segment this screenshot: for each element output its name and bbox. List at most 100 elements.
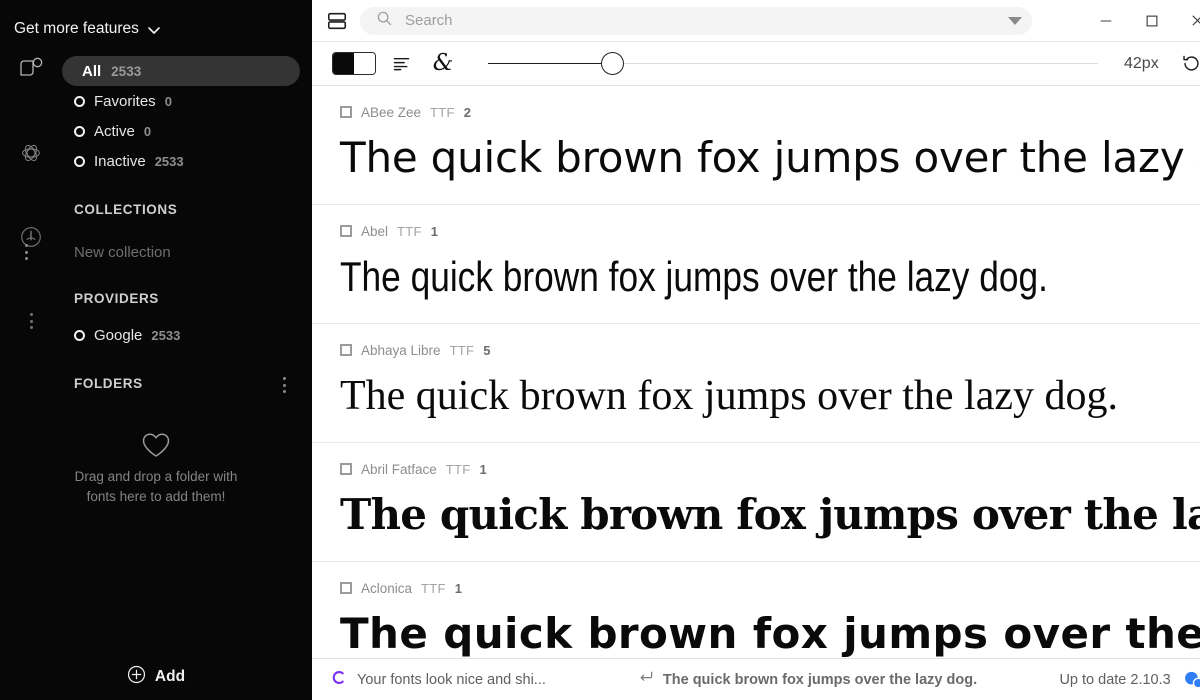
chat-bubbles-icon[interactable]: [1183, 670, 1200, 690]
font-list: ABee Zee TTF 2 The quick brown fox jumps…: [312, 86, 1200, 658]
font-size-slider[interactable]: [488, 53, 1098, 75]
folders-header: FOLDERS: [74, 376, 143, 391]
sidebar-item-active-label: Active: [94, 123, 135, 140]
statusbar-right: Up to date 2.10.3: [1059, 670, 1200, 690]
maximize-icon[interactable]: [1129, 0, 1175, 42]
font-format: TTF: [450, 343, 475, 358]
font-name: Abel: [361, 224, 388, 239]
table-row[interactable]: ABee Zee TTF 2 The quick brown fox jumps…: [312, 86, 1200, 205]
sidebar-item-inactive-label: Inactive: [94, 153, 146, 170]
sidebar-item-favorites-count: 0: [165, 94, 172, 109]
panel-layout-icon[interactable]: [324, 8, 350, 34]
c-logo-spinner-icon: [330, 669, 347, 691]
heart-icon: [141, 431, 171, 459]
font-preview-text: The quick brown fox jumps over the lazy …: [340, 364, 1200, 428]
caret-down-icon[interactable]: [1008, 17, 1022, 25]
search-input[interactable]: [405, 12, 1002, 29]
slider-thumb[interactable]: [601, 52, 624, 75]
sidebar-item-inactive[interactable]: Inactive 2533: [62, 146, 300, 176]
sidebar-item-favorites-label: Favorites: [94, 93, 156, 110]
titlebar: [312, 0, 1200, 42]
app-window: Get more features: [0, 0, 1200, 700]
main-panel: & 42px ABee Zee: [312, 0, 1200, 700]
minimize-icon[interactable]: [1083, 0, 1129, 42]
sidebar-item-inactive-count: 2533: [155, 154, 184, 169]
search-icon: [376, 10, 393, 32]
statusbar: Your fonts look nice and shi... The quic…: [312, 658, 1200, 700]
fonts-badge-icon[interactable]: [10, 48, 52, 90]
row-checkbox[interactable]: [340, 344, 352, 356]
sidebar: Get more features: [0, 0, 312, 700]
sidebar-item-active[interactable]: Active 0: [62, 116, 300, 146]
font-preview-text: The quick brown fox jumps over the lazy …: [340, 602, 1200, 658]
more-vertical-icon[interactable]: [10, 300, 52, 342]
row-checkbox[interactable]: [340, 582, 352, 594]
font-list-rows: ABee Zee TTF 2 The quick brown fox jumps…: [312, 86, 1200, 658]
row-checkbox[interactable]: [340, 225, 352, 237]
folder-drop-text: Drag and drop a folder with fonts here t…: [71, 467, 241, 507]
sidebar-item-favorites[interactable]: Favorites 0: [62, 86, 300, 116]
icon-rail: [0, 48, 62, 342]
row-checkbox[interactable]: [340, 106, 352, 118]
get-more-features-label: Get more features: [14, 20, 139, 38]
chevron-down-icon: [147, 23, 161, 37]
atom-icon[interactable]: [10, 132, 52, 174]
sidebar-item-all-label: All: [82, 63, 101, 80]
font-variant-count: 1: [480, 462, 487, 477]
sidebar-item-all[interactable]: All 2533: [62, 56, 300, 86]
close-icon[interactable]: [1175, 0, 1200, 42]
slider-fill: [488, 63, 613, 65]
font-name: ABee Zee: [361, 105, 421, 120]
font-row-meta: Abhaya Libre TTF 5: [340, 342, 1200, 358]
font-variant-count: 5: [483, 343, 490, 358]
folder-drop-zone[interactable]: Drag and drop a folder with fonts here t…: [0, 431, 312, 507]
circle-icon: [74, 156, 85, 167]
table-row[interactable]: Abhaya Libre TTF 5 The quick brown fox j…: [312, 324, 1200, 443]
text-align-left-icon[interactable]: [384, 49, 418, 79]
collections-header: COLLECTIONS: [74, 202, 312, 217]
table-row[interactable]: Aclonica TTF 1 The quick brown fox jumps…: [312, 562, 1200, 658]
sidebar-item-google-count: 2533: [151, 328, 180, 343]
ampersand-glyph-char: &: [433, 52, 453, 75]
enter-return-icon: [638, 669, 654, 690]
sidebar-item-all-count: 2533: [111, 64, 141, 79]
table-row[interactable]: Abel TTF 1 The quick brown fox jumps ove…: [312, 205, 1200, 324]
ampersand-glyph-icon[interactable]: &: [426, 49, 460, 79]
font-name: Abril Fatface: [361, 462, 437, 477]
providers-header: PROVIDERS: [74, 291, 312, 306]
version-status: Up to date 2.10.3: [1059, 672, 1170, 688]
search-bar[interactable]: [360, 7, 1032, 35]
statusbar-left: Your fonts look nice and shi...: [330, 669, 546, 691]
font-size-value: 42px: [1124, 55, 1159, 73]
font-format: TTF: [421, 581, 446, 596]
collections-menu-icon[interactable]: [24, 244, 28, 260]
font-row-meta: ABee Zee TTF 2: [340, 104, 1200, 120]
circle-icon: [74, 96, 85, 107]
preview-toolbar: & 42px: [312, 42, 1200, 86]
font-variant-count: 1: [455, 581, 462, 596]
window-controls: [1083, 0, 1200, 42]
table-row[interactable]: Abril Fatface TTF 1 The quick brown fox …: [312, 443, 1200, 562]
folders-menu-icon[interactable]: [282, 377, 286, 393]
statusbar-sample[interactable]: The quick brown fox jumps over the lazy …: [638, 669, 977, 690]
font-format: TTF: [446, 462, 471, 477]
font-variant-count: 2: [464, 105, 471, 120]
new-collection-button[interactable]: New collection: [74, 244, 171, 261]
font-variant-count: 1: [431, 224, 438, 239]
reset-rotate-icon[interactable]: [1177, 49, 1200, 79]
font-name: Aclonica: [361, 581, 412, 596]
status-message: Your fonts look nice and shi...: [357, 672, 546, 688]
circle-icon: [74, 330, 85, 341]
font-preview-text: The quick brown fox jumps over the lazy …: [340, 245, 1068, 309]
sidebar-item-google[interactable]: Google 2533: [62, 320, 300, 350]
circle-icon: [74, 126, 85, 137]
font-preview-text: The quick brown fox jumps over the lazy …: [340, 483, 1200, 547]
get-more-features-button[interactable]: Get more features: [0, 0, 312, 44]
sidebar-item-google-label: Google: [94, 327, 142, 344]
add-button[interactable]: Add: [0, 654, 312, 700]
black-white-toggle-icon[interactable]: [332, 52, 376, 75]
font-format: TTF: [430, 105, 455, 120]
font-row-meta: Abril Fatface TTF 1: [340, 461, 1200, 477]
row-checkbox[interactable]: [340, 463, 352, 475]
font-row-meta: Aclonica TTF 1: [340, 580, 1200, 596]
